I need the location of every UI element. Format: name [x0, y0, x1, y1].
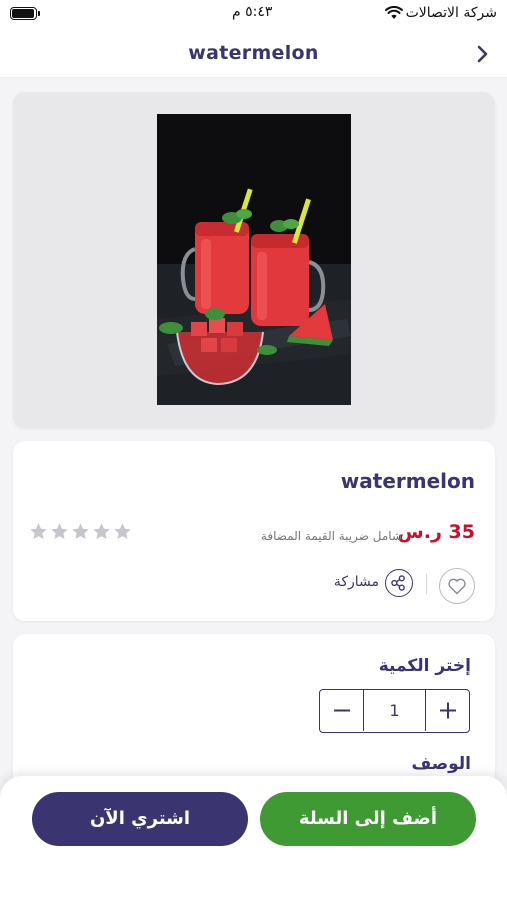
- star-icon[interactable]: [113, 522, 132, 541]
- product-image[interactable]: [157, 114, 351, 405]
- battery-icon: [10, 7, 40, 20]
- wifi-icon: [385, 6, 403, 19]
- status-bar: ٥:٤٣ م شركة الاتصالات: [0, 0, 507, 30]
- bottom-action-bar: اشتري الآن أضف إلى السلة: [0, 776, 507, 900]
- star-icon[interactable]: [71, 522, 90, 541]
- divider: [426, 574, 427, 594]
- navigation-bar: watermelon: [0, 30, 507, 78]
- share-icon[interactable]: [385, 569, 413, 597]
- star-icon[interactable]: [29, 522, 48, 541]
- vat-note: شامل ضريبة القيمة المضافة: [260, 529, 402, 543]
- increase-button[interactable]: [425, 690, 469, 731]
- carrier-name: شركة الاتصالات: [405, 5, 497, 21]
- star-icon[interactable]: [92, 522, 111, 541]
- buy-now-button[interactable]: اشتري الآن: [32, 792, 248, 846]
- status-time: ٥:٤٣ م: [232, 4, 273, 20]
- heart-icon[interactable]: [439, 568, 475, 604]
- description-label: الوصف: [411, 754, 471, 774]
- product-name: watermelon: [340, 469, 475, 493]
- product-price: 35 ر.س: [397, 521, 475, 543]
- chevron-right-icon[interactable]: [475, 44, 491, 64]
- plus-icon: [440, 702, 456, 719]
- add-to-cart-button[interactable]: أضف إلى السلة: [260, 792, 476, 846]
- product-info-card: watermelon 35 ر.س شامل ضريبة القيمة المض…: [13, 441, 495, 621]
- quantity-label: إختر الكمية: [378, 656, 471, 676]
- quantity-value[interactable]: 1: [364, 690, 425, 732]
- star-icon[interactable]: [50, 522, 69, 541]
- page-title: watermelon: [188, 42, 319, 64]
- share-label[interactable]: مشاركة: [334, 574, 379, 590]
- product-image-card: [13, 92, 495, 428]
- rating-stars[interactable]: [29, 522, 132, 541]
- quantity-stepper[interactable]: 1: [319, 689, 470, 733]
- minus-icon: [334, 709, 350, 712]
- decrease-button[interactable]: [320, 690, 364, 731]
